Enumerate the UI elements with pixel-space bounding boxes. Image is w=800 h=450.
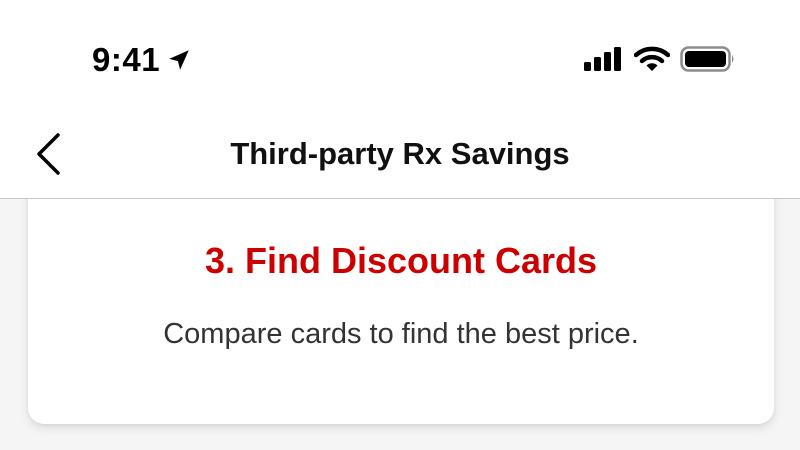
page-title: Third-party Rx Savings <box>230 136 570 171</box>
status-time-group: 9:41 <box>92 40 192 80</box>
status-time: 9:41 <box>92 41 161 78</box>
cellular-signal-icon <box>584 47 624 76</box>
navigation-bar: Third-party Rx Savings <box>0 110 800 199</box>
location-arrow-icon <box>166 47 192 73</box>
status-indicators <box>574 46 736 77</box>
content-area[interactable]: 3. Find Discount Cards Compare cards to … <box>0 199 800 450</box>
battery-icon <box>680 46 736 77</box>
card-title: 3. Find Discount Cards <box>204 240 598 281</box>
wifi-icon <box>633 46 671 77</box>
status-bar: 9:41 <box>0 0 800 110</box>
card-description: Compare cards to find the best price. <box>163 318 639 350</box>
discount-card-step: 3. Find Discount Cards Compare cards to … <box>28 199 774 424</box>
